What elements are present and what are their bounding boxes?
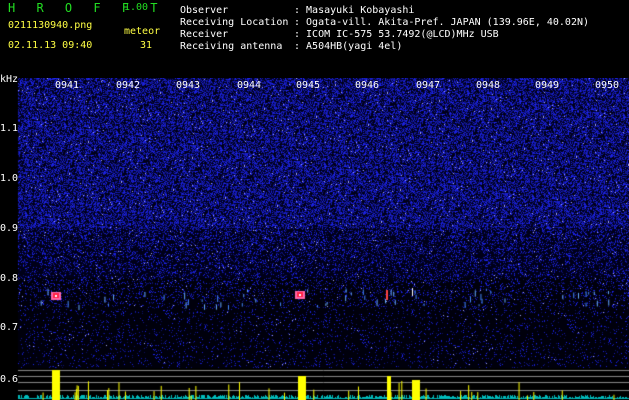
observer-value: : Masayuki Kobayashi (294, 5, 415, 16)
y-unit-label: kHz (0, 74, 19, 85)
location-label: Receiving Location (180, 17, 289, 28)
y-tick-0-6: 0.6 (0, 374, 19, 385)
capture-datetime: 02.11.13 09:40 (8, 40, 93, 51)
y-tick-0-9: 0.9 (0, 223, 19, 234)
antenna-label: Receiving antenna (180, 41, 283, 52)
time-tick-0944: 0944 (237, 80, 262, 91)
time-tick-0945: 0945 (296, 80, 321, 91)
image-filename: 0211130940.png (8, 20, 93, 31)
time-tick-0948: 0948 (476, 80, 501, 91)
time-tick-0950: 0950 (595, 80, 620, 91)
receiver-label: Receiver (180, 29, 229, 40)
time-tick-0942: 0942 (116, 80, 141, 91)
meteor-label: meteor (124, 26, 161, 37)
y-tick-1-0: 1.0 (0, 173, 19, 184)
app-version: 1.00 (124, 2, 149, 13)
y-tick-1-1: 1.1 (0, 123, 19, 134)
time-tick-0949: 0949 (535, 80, 560, 91)
receiver-value: : ICOM IC-575 53.7492(@LCD)MHz USB (294, 29, 499, 40)
meteor-count: 31 (140, 40, 153, 51)
time-tick-0947: 0947 (416, 80, 441, 91)
y-tick-0-8: 0.8 (0, 273, 19, 284)
time-tick-0941: 0941 (55, 80, 80, 91)
header-panel: H R O F F T 1.00 0211130940.png 02.11.13… (0, 0, 629, 78)
spectrogram-canvas (0, 78, 629, 400)
y-tick-0-7: 0.7 (0, 322, 19, 333)
location-value: : Ogata-vill. Akita-Pref. JAPAN (139.96E… (294, 17, 590, 28)
time-tick-0946: 0946 (355, 80, 380, 91)
observer-label: Observer (180, 5, 229, 16)
antenna-value: : A504HB(yagi 4el) (294, 41, 403, 52)
time-tick-0943: 0943 (176, 80, 201, 91)
